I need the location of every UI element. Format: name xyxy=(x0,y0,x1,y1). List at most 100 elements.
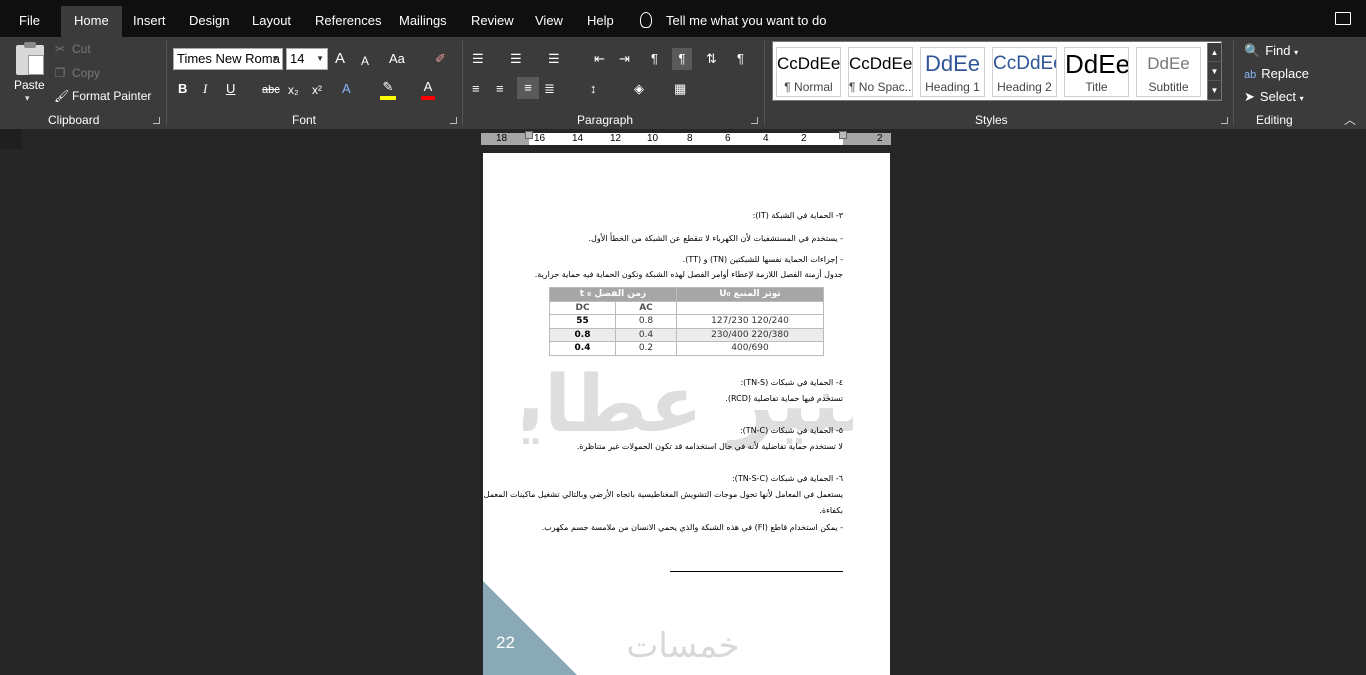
table-cell: 0.8 xyxy=(615,314,677,329)
tab-home[interactable]: Home xyxy=(61,6,122,37)
collapse-ribbon-icon[interactable]: ︿ xyxy=(1344,111,1356,128)
show-formatting-icon[interactable]: ¶ xyxy=(737,50,744,68)
text-effects-icon[interactable]: A xyxy=(342,80,351,98)
tab-view[interactable]: View xyxy=(535,0,563,37)
format-painter-button[interactable]: 🖌 Format Painter xyxy=(54,89,151,103)
style-no-spacing[interactable]: CcDdEe ¶ No Spac... xyxy=(848,47,913,97)
paragraph-launcher-icon[interactable] xyxy=(751,117,758,124)
doc-line: ٥- الحماية في شبكات (TN-C): xyxy=(739,426,843,435)
bullets-icon[interactable]: ☰ xyxy=(472,50,484,68)
shading-icon[interactable]: ◈ xyxy=(634,80,644,98)
divider xyxy=(764,41,765,125)
format-painter-label: Format Painter xyxy=(72,89,152,103)
document-page[interactable]: منير عطايا ٣- الحماية في الشبكة (IT): - … xyxy=(483,153,890,675)
find-button[interactable]: 🔍 Find ▾ xyxy=(1244,43,1298,59)
table-subheader: DC xyxy=(548,300,617,315)
comments-icon[interactable] xyxy=(1335,12,1351,25)
ltr-direction-icon[interactable]: ¶ xyxy=(651,50,658,68)
tab-design[interactable]: Design xyxy=(189,0,229,37)
cursor-icon: ➤ xyxy=(1244,89,1255,104)
tell-me-search[interactable]: Tell me what you want to do xyxy=(640,0,826,37)
font-name-select[interactable]: Times New Roma ▼ xyxy=(173,48,283,70)
left-indent-marker[interactable] xyxy=(525,131,533,139)
footer-rule xyxy=(670,571,843,572)
scroll-down-icon[interactable]: ▼ xyxy=(1208,62,1221,81)
highlight-color-icon[interactable]: ✎ xyxy=(380,78,396,100)
styles-scrollbar[interactable]: ▲ ▼ ▼ xyxy=(1207,43,1221,100)
clipboard-launcher-icon[interactable] xyxy=(153,117,160,124)
multilevel-list-icon[interactable]: ☰ xyxy=(548,50,560,68)
right-indent-marker[interactable] xyxy=(839,131,847,139)
tab-file[interactable]: File xyxy=(19,0,40,37)
tab-insert[interactable]: Insert xyxy=(133,0,166,37)
bold-button[interactable]: B xyxy=(178,80,187,98)
style-name: Heading 2 xyxy=(997,80,1052,94)
style-sample: DdEe xyxy=(1065,49,1128,79)
ruler-tick: 2 xyxy=(877,133,883,144)
shrink-font-button[interactable]: A xyxy=(361,52,369,70)
style-name: Subtitle xyxy=(1148,80,1189,94)
copy-button[interactable]: ❐ Copy xyxy=(54,66,100,80)
underline-button[interactable]: U xyxy=(226,80,235,98)
increase-indent-icon[interactable]: ⇥ xyxy=(619,50,630,68)
style-sample: DdEe xyxy=(1147,54,1190,73)
font-color-icon[interactable]: A xyxy=(421,78,435,100)
strikethrough-button[interactable]: abc xyxy=(262,81,280,99)
styles-launcher-icon[interactable] xyxy=(1221,117,1228,124)
divider xyxy=(1233,41,1234,125)
table-cell: 0.4 xyxy=(548,341,617,356)
italic-button[interactable]: I xyxy=(203,80,207,98)
align-right-icon[interactable]: ≡ xyxy=(517,77,539,99)
doc-line: جدول أزمنة الفصل اللازمة لإعطاء أوامر ال… xyxy=(534,270,843,279)
align-left-icon[interactable]: ≡ xyxy=(472,80,480,98)
styles-group-label: Styles xyxy=(975,113,1008,127)
rtl-direction-icon[interactable]: ¶ xyxy=(672,48,692,70)
style-subtitle[interactable]: DdEe Subtitle xyxy=(1136,47,1201,97)
font-size-select[interactable]: 14 ▼ xyxy=(286,48,328,70)
doc-line: تستخدم فيها حماية تفاضلية (RCD). xyxy=(725,394,843,403)
tab-layout[interactable]: Layout xyxy=(252,0,291,37)
table-header: t ₀ زمن الفصل xyxy=(549,287,677,302)
tab-mailings[interactable]: Mailings xyxy=(399,0,447,37)
table-subheader: AC xyxy=(615,300,677,315)
replace-label: Replace xyxy=(1261,66,1309,81)
corner-triangle xyxy=(483,581,579,675)
chevron-down-icon[interactable]: ▾ xyxy=(25,93,30,104)
table-cell: 0.8 xyxy=(548,327,617,342)
superscript-button[interactable]: x² xyxy=(312,81,322,99)
clear-formatting-icon[interactable]: ✐ xyxy=(435,50,446,68)
change-case-button[interactable]: Aa xyxy=(389,50,405,68)
style-normal[interactable]: CcDdEe ¶ Normal xyxy=(776,47,841,97)
cut-button[interactable]: ✂ Cut xyxy=(54,42,91,56)
horizontal-ruler[interactable]: 18 16 14 12 10 8 6 4 2 2 xyxy=(481,131,891,145)
chevron-down-icon: ▾ xyxy=(1294,48,1299,57)
tab-references[interactable]: References xyxy=(315,0,381,37)
more-styles-icon[interactable]: ▼ xyxy=(1208,81,1221,100)
scroll-up-icon[interactable]: ▲ xyxy=(1208,43,1221,62)
style-title[interactable]: DdEe Title xyxy=(1064,47,1129,97)
tab-selector[interactable] xyxy=(0,129,22,149)
style-heading-2[interactable]: CcDdEe Heading 2 xyxy=(992,47,1057,97)
align-center-icon[interactable]: ≡ xyxy=(496,80,504,98)
style-heading-1[interactable]: DdEe Heading 1 xyxy=(920,47,985,97)
grow-font-button[interactable]: A xyxy=(335,50,345,68)
select-button[interactable]: ➤ Select ▾ xyxy=(1244,89,1304,105)
paste-icon[interactable] xyxy=(16,42,44,75)
style-name: Heading 1 xyxy=(925,80,980,94)
replace-icon: ab xyxy=(1244,69,1257,81)
replace-button[interactable]: ab Replace xyxy=(1244,66,1309,81)
decrease-indent-icon[interactable]: ⇤ xyxy=(594,50,605,68)
numbering-icon[interactable]: ☰ xyxy=(510,50,522,68)
subscript-button[interactable]: x₂ xyxy=(288,81,299,99)
table-cell: 0.2 xyxy=(615,341,677,356)
tab-review[interactable]: Review xyxy=(471,0,514,37)
justify-icon[interactable]: ≣ xyxy=(544,80,555,98)
ribbon: Paste ▾ ✂ Cut ❐ Copy 🖌 Format Painter Clipb… xyxy=(0,37,1366,129)
sort-icon[interactable]: ⇅ xyxy=(706,50,717,68)
paste-button[interactable]: Paste xyxy=(14,78,45,92)
line-spacing-icon[interactable]: ↕ xyxy=(590,80,597,98)
tab-help[interactable]: Help xyxy=(587,0,614,37)
font-launcher-icon[interactable] xyxy=(450,117,457,124)
borders-icon[interactable]: ▦ xyxy=(674,80,686,98)
scissors-icon: ✂ xyxy=(54,42,66,56)
